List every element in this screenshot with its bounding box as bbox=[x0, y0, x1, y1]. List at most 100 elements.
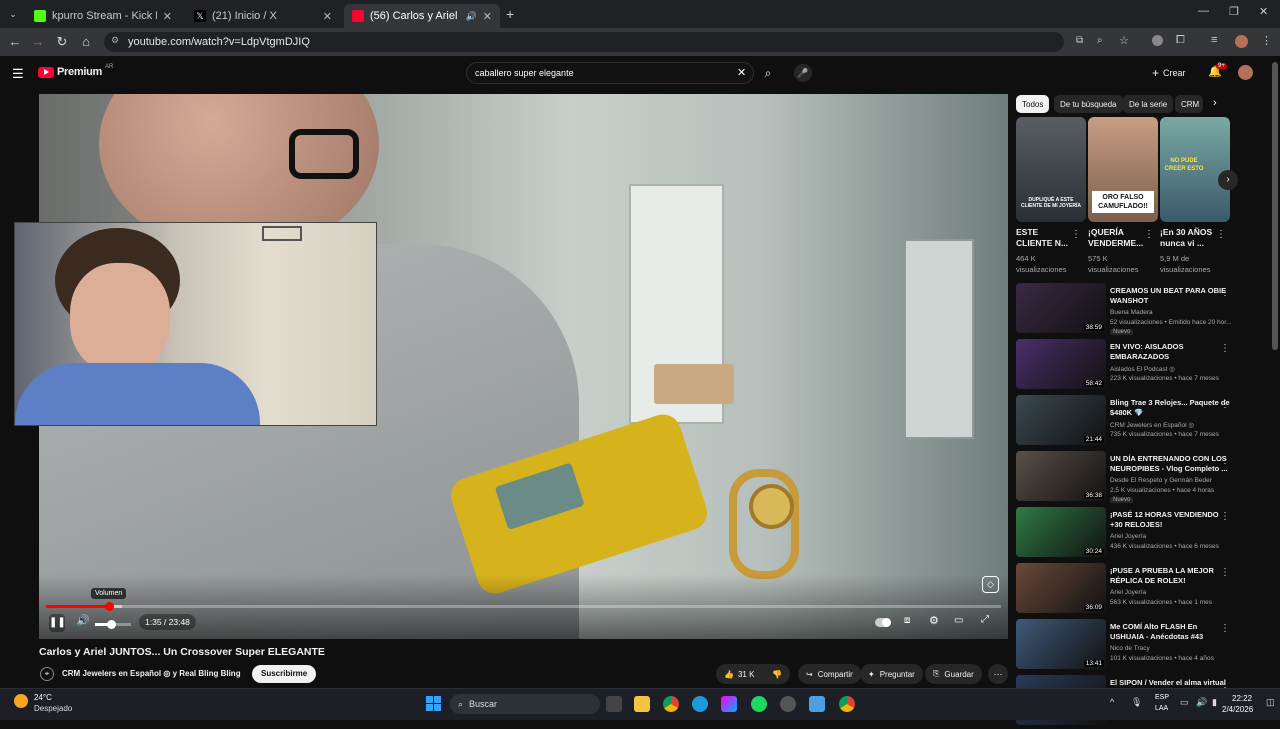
chevron-right-icon[interactable]: › bbox=[1213, 97, 1217, 109]
video-title[interactable]: ¡PUSE A PRUEBA LA MEJOR RÉPLICA DE ROLEX… bbox=[1110, 566, 1230, 586]
steam-icon[interactable] bbox=[780, 696, 796, 712]
clear-search-icon[interactable]: ✕ bbox=[737, 66, 746, 79]
recommended-video[interactable]: 21:44 Bling Trae 3 Relojes... Paquete de … bbox=[1016, 395, 1270, 449]
close-tab-icon[interactable]: ✕ bbox=[483, 10, 492, 23]
notifications-icon[interactable]: ◫ bbox=[1266, 697, 1275, 708]
filter-chip-series[interactable]: De la serie bbox=[1123, 95, 1174, 113]
short-title[interactable]: ESTE CLIENTE N... bbox=[1016, 227, 1074, 249]
video-thumbnail[interactable]: 13:41 bbox=[1016, 619, 1106, 669]
volume-slider[interactable] bbox=[95, 620, 131, 629]
clock-date[interactable]: 2/4/2026 bbox=[1222, 705, 1253, 714]
more-options-icon[interactable]: ⋮ bbox=[1071, 229, 1081, 240]
more-options-icon[interactable]: ⋮ bbox=[1220, 455, 1230, 466]
close-tab-icon[interactable]: ✕ bbox=[323, 10, 332, 23]
theater-mode-icon[interactable]: ▭ bbox=[954, 615, 963, 626]
youtube-logo[interactable]: Premium AR bbox=[38, 64, 113, 78]
channel-avatar[interactable]: ⌖ bbox=[40, 667, 54, 681]
tab-x[interactable]: 𝕏 (21) Inicio / X ✕ bbox=[186, 4, 340, 28]
video-title[interactable]: UN DÍA ENTRENANDO CON LOS NEUROPIBES - V… bbox=[1110, 454, 1230, 474]
hamburger-menu-icon[interactable]: ☰ bbox=[12, 66, 24, 82]
short-title[interactable]: ¡QUERÍA VENDERME... bbox=[1088, 227, 1146, 249]
clock-time[interactable]: 22:22 bbox=[1232, 694, 1252, 703]
like-button[interactable]: 👍 31 K bbox=[724, 670, 754, 679]
puzzle-extensions-icon[interactable]: ⧠ bbox=[1176, 34, 1185, 47]
close-tab-icon[interactable]: ✕ bbox=[163, 10, 172, 23]
more-options-icon[interactable]: ⋮ bbox=[1220, 567, 1230, 578]
microphone-icon[interactable]: 🎙 bbox=[1131, 697, 1142, 708]
forward-icon[interactable]: → bbox=[30, 34, 46, 50]
dislike-button[interactable]: 👎 bbox=[772, 670, 782, 679]
short-thumbnail[interactable]: DUPLIQUÉ A ESTE CLIENTE DE MI JOYERÍA bbox=[1016, 117, 1086, 222]
video-channel[interactable]: Aislados El Podcast ◎ bbox=[1110, 365, 1175, 373]
video-channel[interactable]: CRM Jewelers en Español ◎ bbox=[1110, 421, 1194, 429]
filter-chip-search[interactable]: De tu búsqueda bbox=[1054, 95, 1123, 113]
new-tab-button[interactable]: + bbox=[506, 6, 514, 22]
page-scrollbar[interactable] bbox=[1272, 62, 1278, 350]
spotify-icon[interactable] bbox=[751, 696, 767, 712]
tab-search-icon[interactable]: ⌄ bbox=[6, 7, 20, 21]
search-button[interactable]: ⌕ bbox=[758, 62, 778, 84]
save-button[interactable]: ⎘ Guardar bbox=[925, 664, 982, 684]
lang-code[interactable]: ESP bbox=[1155, 694, 1169, 701]
autoplay-toggle[interactable] bbox=[875, 618, 891, 627]
recommended-video[interactable]: 13:41 Me COMÍ Alto FLASH En USHUAIA - Ané… bbox=[1016, 619, 1270, 673]
file-explorer-icon[interactable] bbox=[634, 696, 650, 712]
install-app-icon[interactable]: ⧉ bbox=[1076, 35, 1083, 46]
scrubber-handle[interactable] bbox=[105, 602, 115, 611]
network-icon[interactable]: ▭ bbox=[1180, 697, 1189, 708]
video-channel[interactable]: Ariel Joyería bbox=[1110, 533, 1146, 540]
back-icon[interactable]: ← bbox=[7, 34, 23, 50]
short-thumbnail[interactable]: NO PUDE CREER ESTO bbox=[1160, 117, 1230, 222]
site-info-icon[interactable]: ⚙ bbox=[111, 35, 119, 46]
more-options-icon[interactable]: ⋮ bbox=[1216, 229, 1226, 240]
video-title[interactable]: ¡PASÉ 12 HORAS VENDIENDO +30 RELOJES! bbox=[1110, 510, 1230, 530]
profile-avatar[interactable] bbox=[1235, 35, 1248, 48]
more-options-icon[interactable]: ⋮ bbox=[1144, 229, 1154, 240]
channel-watermark-icon[interactable]: ◇ bbox=[982, 576, 999, 593]
video-channel[interactable]: Desde El Respeto y Germán Beder bbox=[1110, 477, 1212, 484]
subtitles-icon[interactable]: ⧈ bbox=[904, 615, 910, 626]
short-thumbnail[interactable]: ORO FALSO CAMUFLADO!! bbox=[1088, 117, 1158, 222]
video-thumbnail[interactable]: 36:09 bbox=[1016, 563, 1106, 613]
video-thumbnail[interactable]: 38:59 bbox=[1016, 283, 1106, 333]
speaker-icon[interactable]: 🔊 bbox=[466, 11, 477, 22]
video-channel[interactable]: Buena Madera bbox=[1110, 309, 1153, 316]
volume-tray-icon[interactable]: 🔊 bbox=[1196, 697, 1207, 708]
filter-chip-all[interactable]: Todos bbox=[1016, 95, 1050, 113]
tab-kick[interactable]: kpurro Stream - Kick Dashboard ✕ bbox=[26, 4, 180, 28]
ask-button[interactable]: ✦ Preguntar bbox=[860, 664, 923, 684]
video-thumbnail[interactable]: 36:38 bbox=[1016, 451, 1106, 501]
recommended-video[interactable]: 36:38 UN DÍA ENTRENANDO CON LOS NEUROPIBE… bbox=[1016, 451, 1270, 505]
filter-chip-crm[interactable]: CRM bbox=[1175, 95, 1203, 113]
pause-button[interactable]: ❚❚ bbox=[49, 614, 66, 632]
chrome-icon[interactable] bbox=[663, 696, 679, 712]
video-thumbnail[interactable]: 21:44 bbox=[1016, 395, 1106, 445]
task-view-icon[interactable] bbox=[606, 696, 622, 712]
video-title[interactable]: EN VIVO: AISLADOS EMBARAZADOS bbox=[1110, 342, 1230, 362]
video-title[interactable]: Me COMÍ Alto FLASH En USHUAIA - Anécdota… bbox=[1110, 622, 1230, 642]
video-channel[interactable]: Ariel Joyería bbox=[1110, 589, 1146, 596]
video-channel[interactable]: Nico de Tracy bbox=[1110, 645, 1150, 652]
video-title[interactable]: CREAMOS UN BEAT PARA OBIE WANSHOT bbox=[1110, 286, 1230, 306]
recommended-video[interactable]: 58:42 EN VIVO: AISLADOS EMBARAZADOS ⋮ Aisla… bbox=[1016, 339, 1270, 393]
zoom-icon[interactable]: ⌕ bbox=[1097, 35, 1103, 46]
reload-icon[interactable]: ↻ bbox=[54, 34, 70, 50]
more-actions-button[interactable]: ⋯ bbox=[988, 664, 1008, 684]
start-windows-icon[interactable] bbox=[426, 696, 441, 711]
recommended-video[interactable]: 36:09 ¡PUSE A PRUEBA LA MEJOR RÉPLICA DE … bbox=[1016, 563, 1270, 617]
tray-chevron-icon[interactable]: ^ bbox=[1110, 697, 1114, 707]
fullscreen-icon[interactable]: ⤢ bbox=[981, 614, 989, 625]
edge-icon[interactable] bbox=[692, 696, 708, 712]
minimize-icon[interactable]: — bbox=[1198, 5, 1209, 17]
progress-bar[interactable] bbox=[46, 602, 1001, 611]
close-window-icon[interactable]: ✕ bbox=[1259, 5, 1268, 18]
more-options-icon[interactable]: ⋮ bbox=[1220, 623, 1230, 634]
video-title[interactable]: Bling Trae 3 Relojes... Paquete de $480K… bbox=[1110, 398, 1230, 418]
more-options-icon[interactable]: ⋮ bbox=[1220, 343, 1230, 354]
reading-list-icon[interactable]: ≡ bbox=[1211, 34, 1217, 46]
home-icon[interactable]: ⌂ bbox=[78, 34, 94, 50]
shorts-next-button[interactable]: › bbox=[1218, 170, 1238, 190]
app-icon[interactable] bbox=[809, 696, 825, 712]
address-input[interactable]: ⚙ youtube.com/watch?v=LdpVtgmDJIQ ⧉ bbox=[104, 32, 1083, 52]
app-icon[interactable] bbox=[721, 696, 737, 712]
